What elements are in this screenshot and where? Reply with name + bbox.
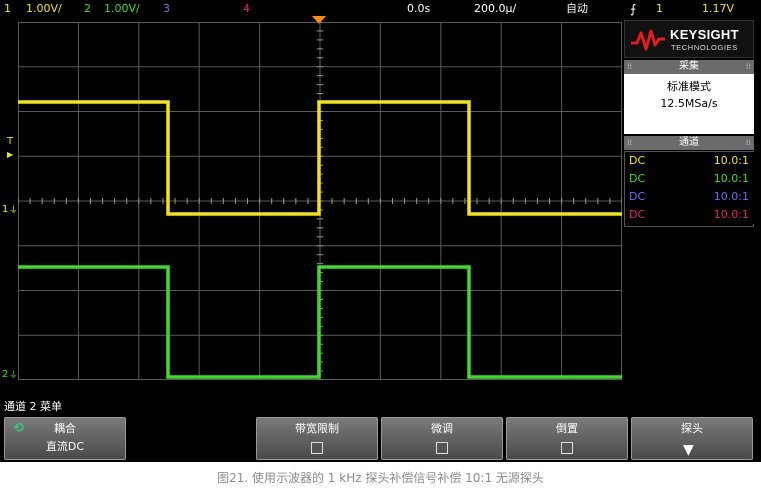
invert-softkey[interactable]: 倒置: [506, 417, 628, 460]
ch1-number[interactable]: 1: [4, 0, 11, 18]
ch1-scale[interactable]: 1.00V/: [26, 0, 62, 18]
probe-softkey[interactable]: 探头 ▼: [631, 417, 753, 460]
ch2-number[interactable]: 2: [84, 0, 91, 18]
waveform-area[interactable]: [18, 22, 622, 380]
channel-coupling: DC: [629, 154, 646, 167]
channel-coupling: DC: [629, 190, 646, 203]
bandwidth-limit-label: 带宽限制: [295, 422, 339, 435]
bandwidth-limit-checkbox[interactable]: [311, 442, 323, 454]
side-panel: KEYSIGHT TECHNOLOGIES ⁞⁞ 采集 ⁞⁞ 标准模式 12.5…: [624, 20, 756, 232]
acquisition-header[interactable]: ⁞⁞ 采集 ⁞⁞: [624, 60, 754, 74]
fine-softkey[interactable]: 微调: [381, 417, 503, 460]
channel-coupling: DC: [629, 172, 646, 185]
grip-icon: ⁞⁞: [745, 62, 751, 71]
logo-sub: TECHNOLOGIES: [671, 43, 738, 52]
bandwidth-limit-softkey[interactable]: 带宽限制: [256, 417, 378, 460]
channel-probe-ratio: 10.0:1: [713, 190, 749, 203]
coupling-value: 直流DC: [45, 440, 85, 453]
trigger-level-marker[interactable]: T: [7, 137, 13, 147]
invert-label: 倒置: [556, 422, 578, 435]
softkey-bar: ⟲ 耦合 直流DC 带宽限制 微调 倒置 探头 ▼: [0, 415, 761, 462]
acquisition-header-label: 采集: [679, 61, 699, 72]
channel-coupling: DC: [629, 208, 646, 221]
sample-rate: 12.5MSa/s: [660, 97, 718, 110]
trigger-level[interactable]: 1.17V: [702, 0, 734, 18]
status-bar: 1 1.00V/ 2 1.00V/ 3 4 0.0s 200.0µ/ 自动 ⨍ …: [0, 0, 761, 18]
time-delay[interactable]: 0.0s: [407, 0, 430, 18]
figure-caption: 图21. 使用示波器的 1 kHz 探头补偿信号补偿 10:1 无源探头: [217, 471, 544, 485]
ch3-number[interactable]: 3: [163, 0, 170, 18]
coupling-label: 耦合: [54, 422, 76, 435]
acquisition-info: 标准模式 12.5MSa/s: [624, 74, 754, 134]
menu-title: 通道 2 菜单: [4, 400, 62, 413]
ground-icon: ⏚: [9, 371, 19, 381]
trigger-mode[interactable]: 自动: [566, 0, 588, 18]
trigger-edge-icon: ⨍: [630, 2, 637, 16]
channel-probe-ratio: 10.0:1: [713, 208, 749, 221]
ch2-scale[interactable]: 1.00V/: [104, 0, 140, 18]
oscilloscope-display: 1 1.00V/ 2 1.00V/ 3 4 0.0s 200.0µ/ 自动 ⨍ …: [0, 0, 761, 462]
time-scale[interactable]: 200.0µ/: [474, 0, 516, 18]
acquisition-mode: 标准模式: [667, 80, 711, 93]
fine-label: 微调: [431, 422, 453, 435]
coupling-softkey[interactable]: ⟲ 耦合 直流DC: [4, 417, 126, 460]
trigger-source[interactable]: 1: [656, 0, 663, 18]
invert-checkbox[interactable]: [561, 442, 573, 454]
channel-probe-ratio: 10.0:1: [713, 154, 749, 167]
grip-icon: ⁞⁞: [627, 138, 633, 147]
channels-header-label: 通道: [679, 137, 699, 148]
ground-icon: ⏚: [9, 206, 19, 216]
ch2-trace: [18, 265, 622, 379]
grip-icon: ⁞⁞: [745, 138, 751, 147]
channel-row[interactable]: DC 10.0:1: [625, 206, 755, 224]
channel-row[interactable]: DC 10.0:1: [625, 170, 755, 188]
ch2-ground-marker[interactable]: 2: [2, 370, 8, 380]
channels-header[interactable]: ⁞⁞ 通道 ⁞⁞: [624, 136, 754, 150]
fine-checkbox[interactable]: [436, 442, 448, 454]
keysight-logo: KEYSIGHT TECHNOLOGIES: [624, 20, 754, 58]
ch1-trace: [18, 100, 622, 216]
down-arrow-icon: ▼: [683, 442, 694, 458]
grip-icon: ⁞⁞: [627, 62, 633, 71]
logo-brand: KEYSIGHT: [670, 27, 739, 42]
graticule: [18, 22, 622, 380]
ch1-ground-marker[interactable]: 1: [2, 205, 8, 215]
probe-label: 探头: [681, 422, 703, 435]
channel-settings-list: DC 10.0:1 DC 10.0:1 DC 10.0:1 DC 10.0:1: [624, 151, 755, 227]
keysight-wave-logo: [631, 29, 665, 51]
trigger-level-arrow-icon: ▶: [7, 150, 14, 159]
channel-probe-ratio: 10.0:1: [713, 172, 749, 185]
channel-row[interactable]: DC 10.0:1: [625, 188, 755, 206]
channel-row[interactable]: DC 10.0:1: [625, 152, 755, 170]
ch4-number[interactable]: 4: [243, 0, 250, 18]
